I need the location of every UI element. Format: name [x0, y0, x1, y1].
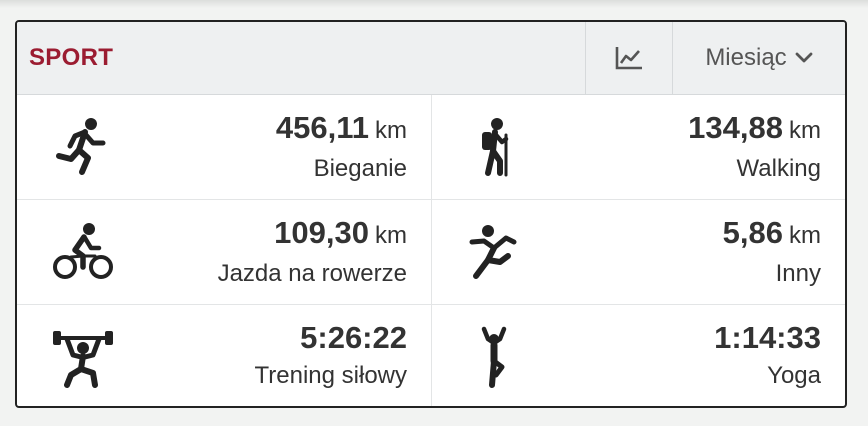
top-shadow [0, 0, 868, 8]
chart-button[interactable] [585, 22, 672, 94]
activity-unit: km [789, 117, 821, 144]
activity-label: Inny [775, 260, 821, 287]
hiking-icon [482, 118, 509, 177]
line-chart-icon [615, 47, 642, 70]
cycling-icon [53, 223, 113, 279]
activity-stat: 134,88 km Walking [688, 109, 821, 186]
activity-stat: 456,11 km Bieganie [276, 109, 407, 186]
activity-label: Jazda na rowerze [217, 260, 407, 287]
activity-label: Walking [736, 155, 821, 182]
activity-stat: 5:26:22 Trening siłowy [255, 319, 408, 393]
activity-value: 5,86 km [722, 215, 821, 250]
activity-running[interactable]: 456,11 km Bieganie [17, 95, 431, 200]
card-title: SPORT [29, 44, 114, 71]
activity-label: Bieganie [313, 155, 407, 182]
yoga-icon [481, 326, 507, 388]
activity-other[interactable]: 5,86 km Inny [431, 200, 845, 305]
activity-yoga[interactable]: 1:14:33 Yoga [431, 305, 845, 406]
sport-summary-card: SPORT Miesiąc 456,11 km Bieganie 134,88 … [15, 20, 847, 408]
activity-stat: 1:14:33 Yoga [714, 319, 821, 393]
period-dropdown[interactable]: Miesiąc [672, 22, 845, 94]
activity-walking[interactable]: 134,88 km Walking [431, 95, 845, 200]
activity-unit: km [375, 117, 407, 144]
activity-unit: km [789, 222, 821, 249]
activity-cycling[interactable]: 109,30 km Jazda na rowerze [17, 200, 431, 305]
activity-label: Yoga [767, 362, 821, 389]
period-label: Miesiąc [705, 44, 787, 71]
activity-grid: 456,11 km Bieganie 134,88 km Walking 109… [17, 95, 845, 406]
activity-label: Trening siłowy [254, 362, 408, 389]
activity-strength[interactable]: 5:26:22 Trening siłowy [17, 305, 431, 406]
other-activity-icon [469, 225, 517, 279]
activity-stat: 5,86 km Inny [723, 214, 821, 291]
activity-value: 456,11 km [275, 110, 407, 145]
activity-value: 109,30 km [274, 215, 407, 250]
activity-value: 134,88 km [688, 110, 821, 145]
activity-stat: 109,30 km Jazda na rowerze [218, 214, 407, 291]
running-icon [56, 118, 106, 175]
chevron-down-icon [795, 52, 813, 63]
weightlifting-icon [53, 331, 113, 388]
activity-unit: km [375, 222, 407, 249]
activity-value: 5:26:22 [300, 320, 407, 355]
activity-value: 1:14:33 [714, 320, 821, 355]
card-header: SPORT Miesiąc [17, 22, 845, 95]
